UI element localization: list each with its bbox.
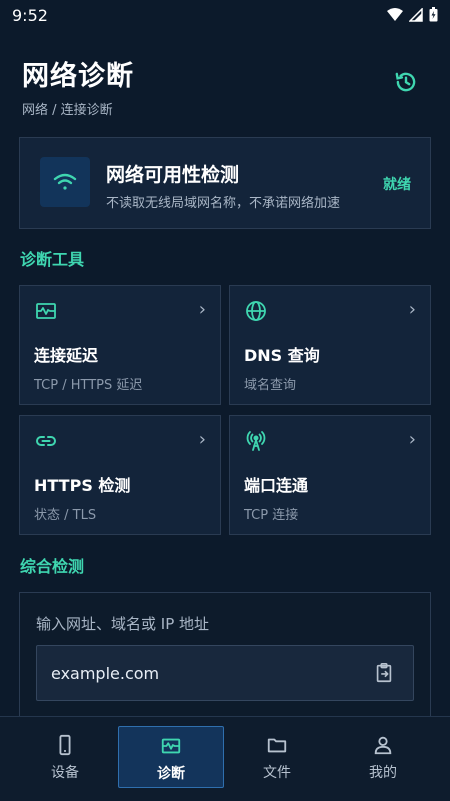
globe-icon (246, 301, 266, 321)
status-bar: 9:52 (0, 0, 450, 32)
wifi-icon (53, 173, 77, 190)
tool-name: DNS 查询 (244, 346, 320, 365)
history-button[interactable] (390, 66, 422, 98)
address-input[interactable] (51, 646, 351, 700)
wifi-tile (40, 157, 90, 207)
status-card-title: 网络可用性检测 (106, 164, 240, 186)
chevron-right-icon: › (198, 299, 206, 320)
network-availability-card[interactable]: 网络可用性检测 不读取无线局域网名称，不承诺网络加速 就绪 (19, 137, 431, 229)
tool-https[interactable]: › HTTPS 检测 状态 / TLS (19, 415, 221, 535)
tool-name: 端口连通 (244, 476, 309, 495)
address-input-box[interactable] (36, 645, 414, 701)
folder-icon (267, 738, 287, 753)
status-badge: 就绪 (383, 177, 411, 193)
history-icon (395, 72, 416, 92)
tool-subtitle: TCP 连接 (244, 508, 299, 523)
page-title: 网络诊断 (22, 61, 134, 92)
cell-signal-icon (409, 7, 423, 22)
link-icon (36, 436, 56, 446)
person-icon (374, 736, 392, 755)
chevron-right-icon: › (408, 299, 416, 320)
tool-port[interactable]: › 端口连通 TCP 连接 (229, 415, 431, 535)
tool-dns[interactable]: › DNS 查询 域名查询 (229, 285, 431, 405)
status-card-subtitle: 不读取无线局域网名称，不承诺网络加速 (106, 196, 341, 211)
tool-subtitle: 域名查询 (244, 378, 297, 393)
nav-label: 诊断 (157, 766, 185, 782)
tool-name: 连接延迟 (34, 346, 99, 365)
wifi-signal-icon (387, 7, 403, 21)
paste-icon[interactable] (373, 662, 395, 684)
antenna-icon (246, 431, 266, 451)
phone-icon (59, 734, 71, 756)
chevron-right-icon: › (408, 429, 416, 450)
chevron-right-icon: › (198, 429, 206, 450)
tool-latency[interactable]: › 连接延迟 TCP / HTTPS 延迟 (19, 285, 221, 405)
status-time: 9:52 (12, 6, 48, 25)
nav-item-profile[interactable]: 我的 (330, 726, 436, 788)
breadcrumb: 网络 / 连接诊断 (22, 103, 113, 118)
pulse-icon (36, 303, 56, 319)
nav-item-device[interactable]: 设备 (12, 726, 118, 788)
tool-subtitle: 状态 / TLS (34, 508, 97, 523)
tool-subtitle: TCP / HTTPS 延迟 (34, 378, 143, 393)
header: 网络诊断 网络 / 连接诊断 (22, 54, 428, 118)
battery-icon (429, 7, 438, 22)
nav-label: 设备 (51, 765, 79, 781)
nav-item-files[interactable]: 文件 (224, 726, 330, 788)
tool-name: HTTPS 检测 (34, 476, 131, 495)
tools-section-label: 诊断工具 (20, 250, 85, 269)
address-input-label: 输入网址、域名或 IP 地址 (36, 615, 210, 633)
pulse-icon (161, 738, 181, 754)
composite-section-label: 综合检测 (20, 557, 85, 576)
status-icons (387, 7, 438, 22)
composite-check-card: 输入网址、域名或 IP 地址 (19, 592, 431, 732)
nav-label: 文件 (263, 765, 291, 781)
nav-item-diagnose[interactable]: 诊断 (118, 726, 224, 788)
bottom-nav: 设备 诊断 文件 我的 (0, 716, 450, 801)
nav-label: 我的 (369, 765, 397, 781)
